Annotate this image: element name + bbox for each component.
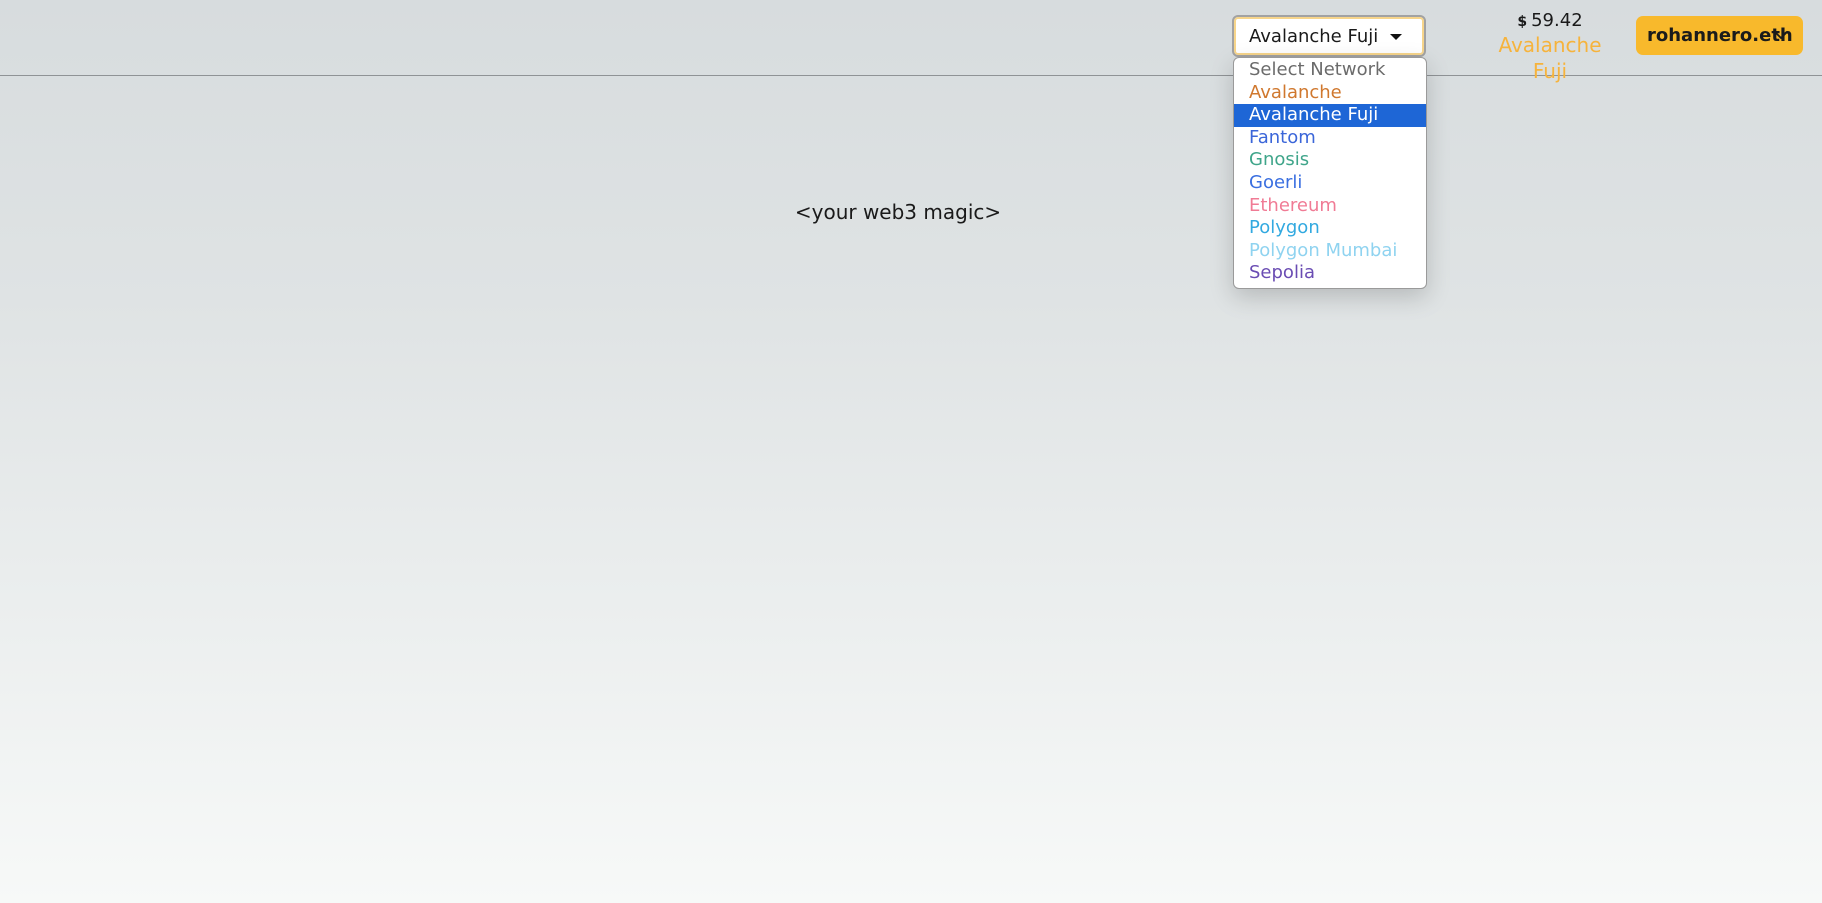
network-option[interactable]: Polygon Mumbai	[1234, 240, 1426, 263]
caret-down-icon	[1390, 34, 1402, 40]
balance-amount: $59.42	[1480, 10, 1620, 32]
network-option[interactable]: Fantom	[1234, 127, 1426, 150]
network-option[interactable]: Gnosis	[1234, 149, 1426, 172]
network-option[interactable]: Ethereum	[1234, 195, 1426, 218]
network-option[interactable]: Polygon	[1234, 217, 1426, 240]
balance-value: 59.42	[1531, 10, 1583, 31]
network-dropdown-list: Select Network Avalanche Avalanche Fuji Fan…	[1233, 57, 1427, 289]
top-bar: Avalanche Fuji $59.42 Avalanche Fuji roh…	[0, 0, 1822, 83]
network-option[interactable]: Avalanche Fuji	[1234, 104, 1426, 127]
currency-symbol: $	[1517, 14, 1528, 30]
main-placeholder-text: <your web3 magic>	[794, 200, 1002, 224]
network-select[interactable]: Avalanche Fuji	[1232, 15, 1426, 57]
network-option[interactable]: Sepolia	[1234, 262, 1426, 285]
balance-chain: Avalanche Fuji	[1498, 33, 1602, 83]
account-name: rohannero.eth	[1647, 25, 1793, 46]
network-option[interactable]: Avalanche	[1234, 82, 1426, 105]
network-option[interactable]: Goerli	[1234, 172, 1426, 195]
balance-display: $59.42 Avalanche Fuji	[1480, 10, 1620, 83]
account-button[interactable]: rohannero.eth	[1636, 16, 1803, 55]
chevron-down-icon	[1774, 31, 1788, 39]
network-option[interactable]: Select Network	[1234, 59, 1426, 82]
network-select-value: Avalanche Fuji	[1249, 25, 1379, 47]
